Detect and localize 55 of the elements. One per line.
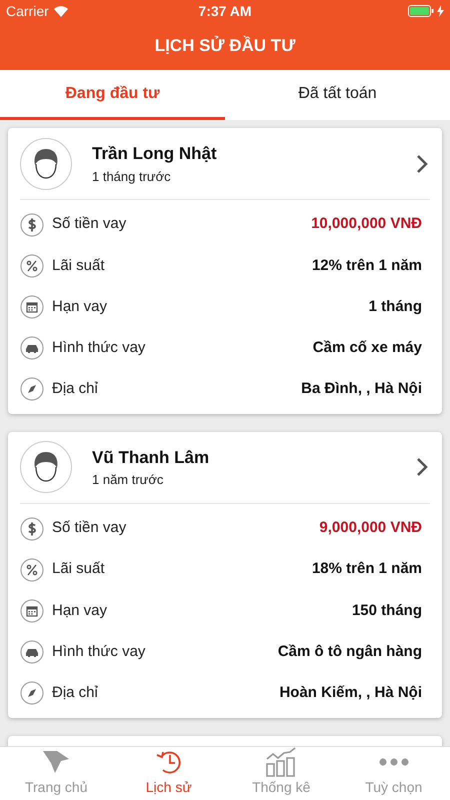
investor-name: Vũ Thanh Lâm (92, 446, 210, 469)
car-icon (20, 640, 44, 664)
time-ago: 1 năm trước (92, 471, 164, 490)
more-icon (378, 757, 410, 767)
field-label: Hình thức vay (52, 642, 146, 662)
chevron-right-icon[interactable] (416, 457, 428, 478)
field-value: 1 tháng (368, 296, 422, 317)
clock-time: 7:37 AM (198, 2, 252, 20)
battery-icon (408, 5, 434, 17)
field-label: Lãi suất (52, 256, 105, 276)
field-label: Địa chỉ (52, 379, 98, 400)
tab-bar-item[interactable]: Thống kê (225, 747, 338, 800)
field-label: Số tiền vay (52, 518, 126, 538)
field-value: Ba Đình, , Hà Nội (301, 379, 422, 400)
investor-name: Trần Long Nhật (92, 143, 217, 165)
field-label: Hạn vay (52, 296, 108, 317)
field-value: Cầm cố xe máy (312, 338, 422, 358)
wifi-icon (54, 6, 68, 16)
tab-bar-item[interactable]: Trang chủ (0, 747, 112, 800)
tab-bar-item[interactable]: Tuỳ chọn (338, 747, 450, 800)
segment-tab[interactable]: Đã tất toán (225, 70, 450, 120)
investment-card[interactable]: Vũ Thanh Lâm 1 năm trước Số tiền vay 9,000,000 VNĐ Lãi suất 18% trên 1 năm Hạn vay 150 tháng Hình thức vay Cầm ô tô ngân hàng Địa chỉ Hoàn Kiếm, , Hà Nội (8, 432, 442, 718)
calendar-icon (20, 598, 44, 623)
calendar-icon (20, 294, 44, 319)
field-label: Số tiền vay (52, 214, 126, 234)
segment-tab[interactable]: Đang đầu tư (0, 70, 225, 120)
percent-icon (20, 254, 44, 278)
carrier-label: Carrier (6, 2, 49, 20)
field-label: Hình thức vay (52, 338, 146, 358)
field-value: Cầm ô tô ngân hàng (278, 642, 422, 662)
field-value: 18% trên 1 năm (312, 559, 422, 580)
dollar-icon (20, 516, 44, 541)
avatar-icon (20, 138, 72, 190)
chevron-right-icon[interactable] (416, 154, 428, 174)
percent-icon (20, 558, 44, 582)
field-label: Hạn vay (52, 600, 108, 621)
tab-bar-item[interactable]: Lịch sử (112, 747, 225, 800)
page-title: LỊCH SỬ ĐẦU TƯ (154, 34, 296, 58)
field-value: 9,000,000 VNĐ (319, 518, 422, 538)
field-value: 12% trên 1 năm (312, 256, 422, 276)
bird-icon (41, 749, 72, 775)
investment-card[interactable]: Trần Long Nhật 1 tháng trước Số tiền vay 10,000,000 VNĐ Lãi suất 12% trên 1 năm Hạn vay 1 tháng Hình thức vay Cầm cố xe máy Địa chỉ Ba Đình, , Hà Nội (8, 128, 442, 414)
field-label: Lãi suất (52, 559, 105, 580)
compass-icon (20, 377, 44, 402)
time-ago: 1 tháng trước (92, 168, 172, 186)
dollar-icon (20, 212, 44, 237)
field-value: Hoàn Kiếm, , Hà Nội (279, 683, 422, 704)
car-icon (20, 336, 44, 360)
compass-icon (20, 681, 44, 706)
charging-icon (437, 5, 444, 17)
field-value: 150 tháng (352, 600, 422, 621)
field-label: Địa chỉ (52, 683, 98, 704)
avatar-icon (20, 441, 72, 494)
field-value: 10,000,000 VNĐ (311, 214, 422, 234)
chart-icon (265, 747, 298, 777)
